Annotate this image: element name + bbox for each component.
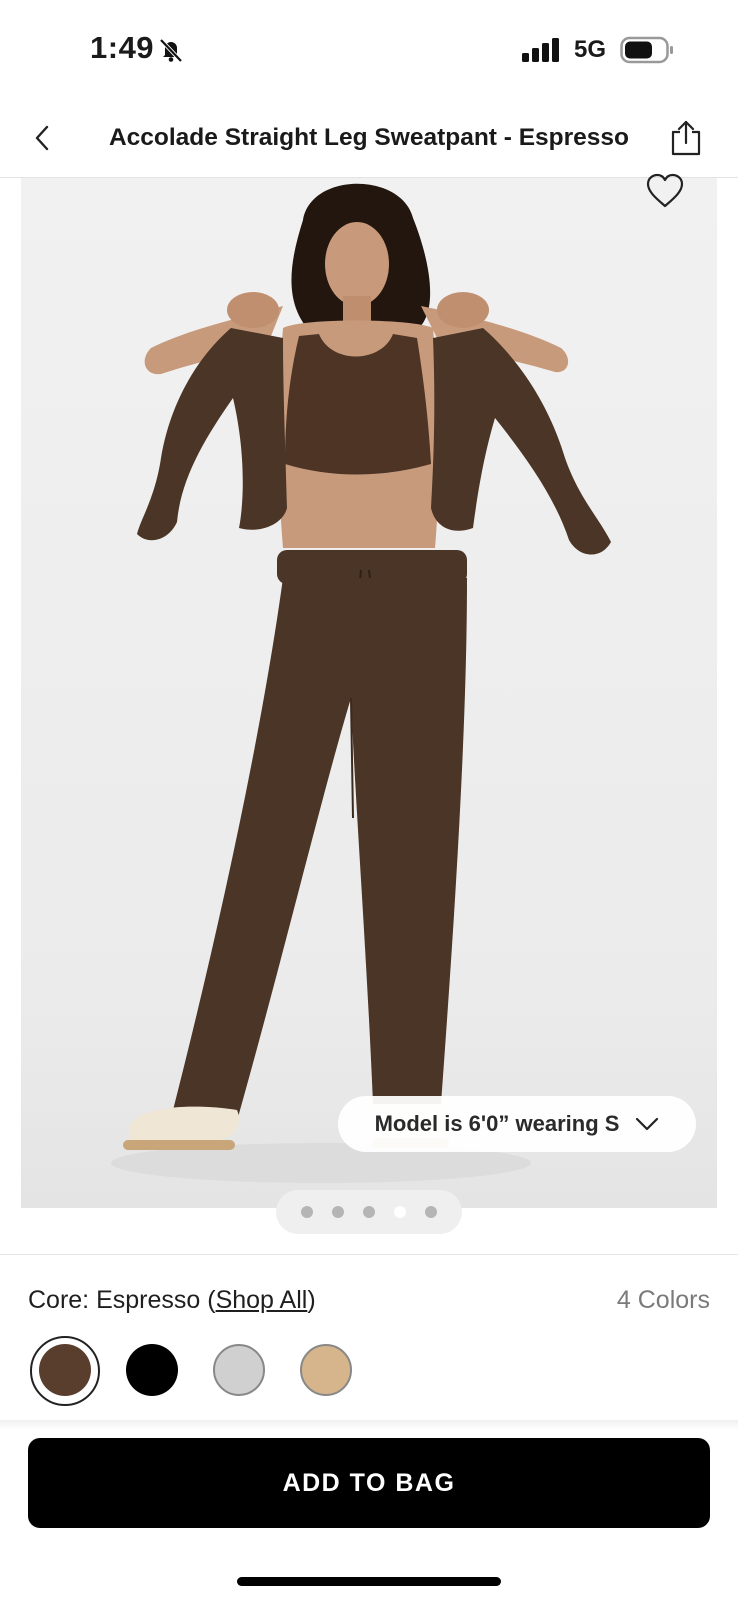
carousel-dot[interactable]: [332, 1206, 344, 1218]
bell-slash-icon: [159, 38, 183, 63]
color-swatch-black[interactable]: [126, 1344, 178, 1396]
chevron-down-icon: [636, 1117, 659, 1131]
chevron-left-icon: [35, 125, 49, 151]
heart-icon: [646, 173, 684, 208]
add-to-bag-button[interactable]: ADD TO BAG: [28, 1438, 710, 1528]
home-indicator: [237, 1577, 501, 1586]
close-paren: ): [307, 1286, 316, 1314]
share-icon: [671, 120, 701, 156]
section-divider: [0, 1254, 738, 1255]
product-image[interactable]: [21, 178, 717, 1208]
color-swatch-tan[interactable]: [300, 1344, 352, 1396]
carousel-dot[interactable]: [363, 1206, 375, 1218]
status-time: 1:49: [90, 30, 155, 65]
footer-shadow: [0, 1420, 738, 1430]
network-type: 5G: [574, 36, 607, 63]
model-size-info-text: Model is 6'0” wearing S: [374, 1111, 620, 1136]
color-swatch-grey[interactable]: [213, 1344, 265, 1396]
color-collection-label: Core: Espresso (Shop All): [28, 1286, 316, 1315]
open-paren: (: [200, 1286, 216, 1314]
carousel-dot[interactable]: [301, 1206, 313, 1218]
model-size-info-toggle[interactable]: Model is 6'0” wearing S: [338, 1096, 696, 1152]
status-bar: 1:49 5G: [0, 0, 738, 100]
carousel-dot[interactable]: [394, 1206, 406, 1218]
favorite-button[interactable]: [642, 168, 688, 214]
color-swatch-espresso[interactable]: [39, 1344, 91, 1396]
model-wearing-sweatpants-photo: [111, 183, 611, 1183]
carousel-dot[interactable]: [425, 1206, 437, 1218]
collection-name: Core: Espresso: [28, 1286, 201, 1314]
page-title: Accolade Straight Leg Sweatpant - Espres…: [108, 124, 630, 151]
back-button[interactable]: [24, 120, 60, 156]
product-header: Accolade Straight Leg Sweatpant - Espres…: [0, 100, 738, 178]
colors-count: 4 Colors: [616, 1286, 710, 1314]
image-carousel-pagination: [276, 1190, 462, 1234]
battery-icon: [620, 36, 673, 64]
cellular-signal-icon: [522, 38, 559, 62]
shop-all-link[interactable]: Shop All: [216, 1286, 308, 1314]
share-button[interactable]: [666, 118, 706, 158]
